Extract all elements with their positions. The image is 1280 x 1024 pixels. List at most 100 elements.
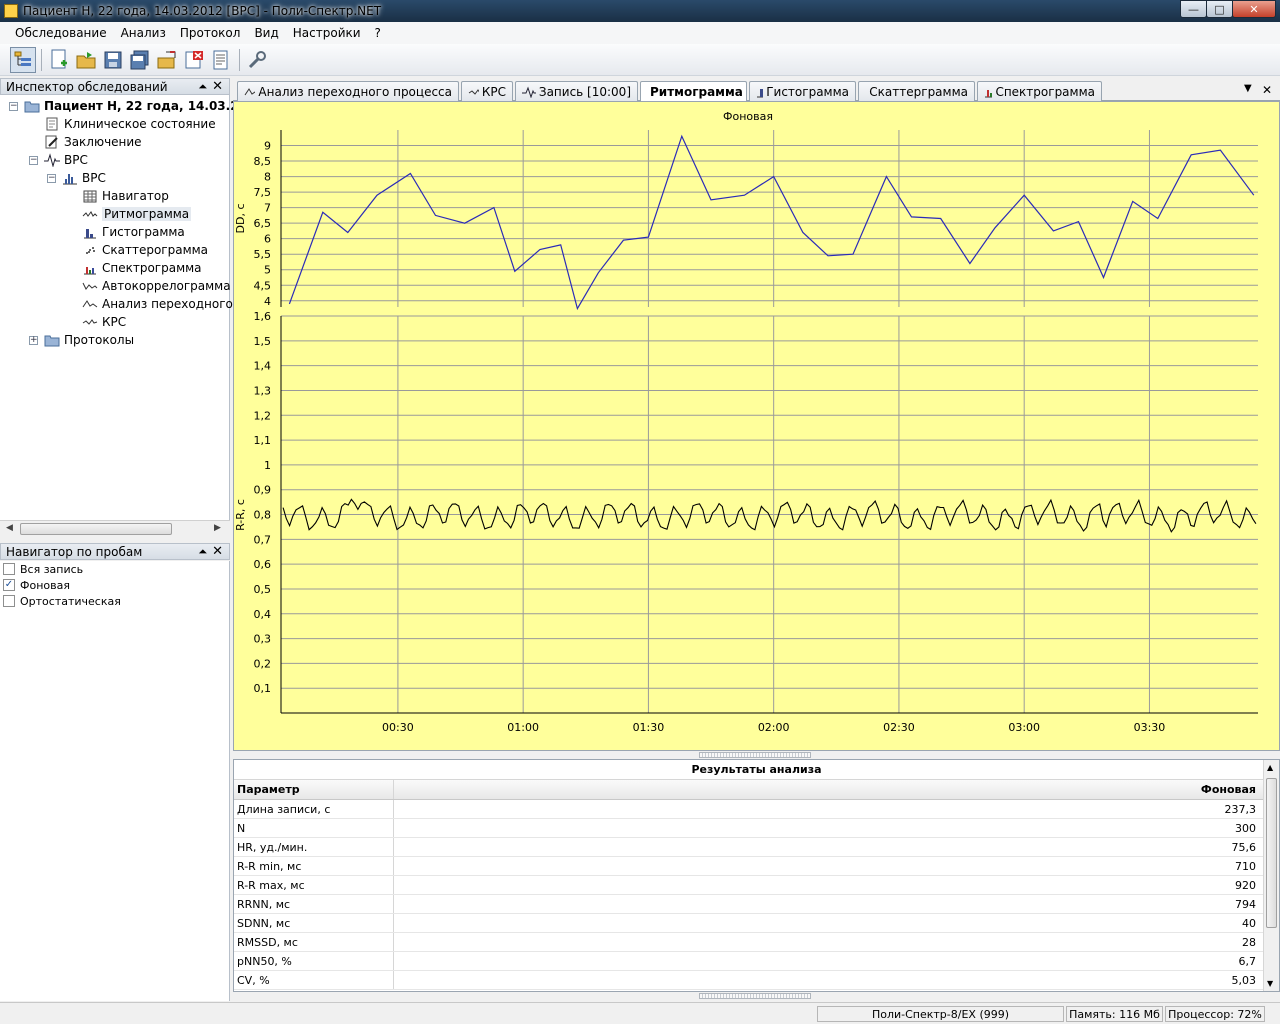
collapse-icon[interactable]: − bbox=[47, 174, 56, 183]
pin-icon[interactable]: ⏶ bbox=[198, 545, 207, 559]
table-row[interactable]: R-R max, мс 920 bbox=[234, 876, 1279, 895]
table-row[interactable]: RRNN, мс 794 bbox=[234, 895, 1279, 914]
checkbox[interactable] bbox=[3, 563, 15, 575]
checkbox[interactable] bbox=[3, 595, 15, 607]
tree-item-vrs-group[interactable]: ВРС bbox=[44, 151, 88, 169]
panel-splitter[interactable] bbox=[233, 992, 1280, 1000]
tree-item-patient[interactable]: Пациент Н, 22 года, 14.03.2012 bbox=[24, 97, 264, 115]
y-tick-label: 8,5 bbox=[254, 155, 272, 168]
navigator-item-background[interactable]: ✓ Фоновая bbox=[0, 577, 229, 593]
close-tab-icon[interactable]: ✕ bbox=[1262, 83, 1272, 97]
tree-item-transient-analysis[interactable]: Анализ переходного г bbox=[82, 295, 243, 313]
status-cpu: Процессор: 72% bbox=[1165, 1006, 1265, 1022]
tree-item-label: Ритмограмма bbox=[102, 207, 192, 221]
value-cell: 794 bbox=[1235, 897, 1256, 911]
table-row[interactable]: R-R min, мс 710 bbox=[234, 857, 1279, 876]
export-icon[interactable] bbox=[154, 47, 180, 73]
table-row[interactable]: N 300 bbox=[234, 819, 1279, 838]
scroll-up-icon[interactable]: ▲ bbox=[1267, 763, 1273, 772]
tab-record[interactable]: Запись [10:00] bbox=[515, 81, 638, 101]
print-icon[interactable] bbox=[208, 47, 234, 73]
splitter-grip[interactable] bbox=[699, 993, 811, 999]
folder-open-icon bbox=[24, 99, 40, 113]
close-icon[interactable]: ✕ bbox=[212, 544, 223, 559]
pin-icon[interactable]: ⏶ bbox=[198, 80, 207, 94]
open-icon[interactable] bbox=[73, 47, 99, 73]
x-tick-label: 01:00 bbox=[507, 721, 539, 734]
tree-item-vrs[interactable]: ВРС bbox=[62, 169, 106, 187]
tree-item-spectrogram[interactable]: Спектрограмма bbox=[82, 259, 202, 277]
table-row[interactable]: HR, уд./мин. 75,6 bbox=[234, 838, 1279, 857]
param-cell: CV, % bbox=[234, 971, 394, 989]
expand-icon[interactable]: + bbox=[29, 336, 38, 345]
close-icon[interactable]: ✕ bbox=[1232, 0, 1276, 18]
splitter-grip[interactable] bbox=[699, 752, 811, 758]
x-tick-label: 00:30 bbox=[382, 721, 414, 734]
save-all-icon[interactable] bbox=[127, 47, 153, 73]
delete-icon[interactable] bbox=[181, 47, 207, 73]
status-memory: Память: 116 Мб bbox=[1066, 1006, 1163, 1022]
collapse-icon[interactable]: − bbox=[29, 156, 38, 165]
tab-label: Запись [10:00] bbox=[538, 84, 631, 99]
checkbox-checked[interactable]: ✓ bbox=[3, 579, 15, 591]
maximize-icon[interactable]: □ bbox=[1206, 0, 1233, 18]
save-icon[interactable] bbox=[100, 47, 126, 73]
tab-list-icon[interactable]: ▼ bbox=[1244, 83, 1252, 94]
collapse-icon[interactable]: − bbox=[9, 102, 18, 111]
menu-examination[interactable]: Обследование bbox=[8, 26, 114, 40]
menu-settings[interactable]: Настройки bbox=[286, 26, 368, 40]
tree-item-histogram[interactable]: Гистограмма bbox=[82, 223, 185, 241]
navigator-item-label: Ортостатическая bbox=[20, 594, 121, 608]
scroll-thumb[interactable] bbox=[1266, 778, 1277, 928]
navigator-item-all[interactable]: Вся запись bbox=[0, 561, 229, 577]
tree-item-label: Заключение bbox=[64, 135, 142, 149]
tools-icon[interactable] bbox=[244, 47, 270, 73]
tree-item-protocols[interactable]: Протоколы bbox=[44, 331, 134, 349]
tree-item-navigator[interactable]: Навигатор bbox=[82, 187, 169, 205]
panel-splitter[interactable] bbox=[233, 751, 1280, 759]
menu-analysis[interactable]: Анализ bbox=[114, 26, 173, 40]
tab-rhythmogram[interactable]: Ритмограмма bbox=[640, 81, 747, 102]
spectrogram-icon bbox=[82, 261, 98, 275]
scroll-thumb[interactable] bbox=[20, 523, 172, 535]
table-row[interactable]: CV, % 5,03 bbox=[234, 971, 1279, 990]
close-icon[interactable]: ✕ bbox=[212, 79, 223, 94]
col-value-header[interactable]: Фоновая bbox=[394, 780, 1260, 799]
tab-histogram[interactable]: Гистограмма bbox=[749, 81, 856, 101]
col-param-header[interactable]: Параметр bbox=[234, 780, 394, 799]
tree-icon[interactable] bbox=[10, 46, 36, 73]
tab-label: Гистограмма bbox=[766, 84, 849, 99]
tab-scattergram[interactable]: Скаттерграмма bbox=[858, 81, 975, 101]
results-vscrollbar[interactable]: ▲ ▼ bbox=[1263, 760, 1279, 991]
param-cell: SDNN, мс bbox=[234, 914, 394, 932]
scroll-left-icon[interactable]: ◀ bbox=[6, 523, 13, 533]
x-tick-label: 02:30 bbox=[883, 721, 915, 734]
menu-view[interactable]: Вид bbox=[247, 26, 285, 40]
tab-transient-analysis[interactable]: Анализ переходного процесса bbox=[237, 81, 459, 101]
y-tick-label: 0,4 bbox=[254, 608, 272, 621]
table-row[interactable]: Длина записи, с 237,3 bbox=[234, 800, 1279, 819]
table-row[interactable]: RMSSD, мс 28 bbox=[234, 933, 1279, 952]
inspector-hscrollbar[interactable]: ◀ ▶ bbox=[0, 520, 230, 537]
minimize-icon[interactable]: — bbox=[1180, 0, 1207, 18]
menu-help[interactable]: ? bbox=[368, 26, 388, 40]
table-row[interactable]: pNN50, % 6,7 bbox=[234, 952, 1279, 971]
krs-icon bbox=[468, 88, 479, 95]
scroll-right-icon[interactable]: ▶ bbox=[214, 523, 221, 533]
tree-item-scattergram[interactable]: Скаттерограмма bbox=[82, 241, 208, 259]
new-document-icon[interactable] bbox=[46, 47, 72, 73]
navigator-item-orthostatic[interactable]: Ортостатическая bbox=[0, 593, 229, 609]
tab-krs[interactable]: КРС bbox=[461, 81, 513, 101]
toolbar bbox=[0, 44, 1280, 76]
table-row[interactable]: SDNN, мс 40 bbox=[234, 914, 1279, 933]
scroll-down-icon[interactable]: ▼ bbox=[1267, 979, 1273, 988]
x-tick-label: 02:00 bbox=[758, 721, 790, 734]
value-cell: 75,6 bbox=[1231, 840, 1257, 854]
tab-spectrogram[interactable]: Спектрограмма bbox=[977, 81, 1102, 101]
tree-item-clinical[interactable]: Клиническое состояние bbox=[44, 115, 216, 133]
tree-item-autocorrelogram[interactable]: Автокоррелограмма bbox=[82, 277, 231, 295]
tree-item-rhythmogram[interactable]: Ритмограмма bbox=[82, 205, 192, 223]
menu-protocol[interactable]: Протокол bbox=[173, 26, 248, 40]
tree-item-krs[interactable]: КРС bbox=[82, 313, 126, 331]
tree-item-conclusion[interactable]: Заключение bbox=[44, 133, 142, 151]
